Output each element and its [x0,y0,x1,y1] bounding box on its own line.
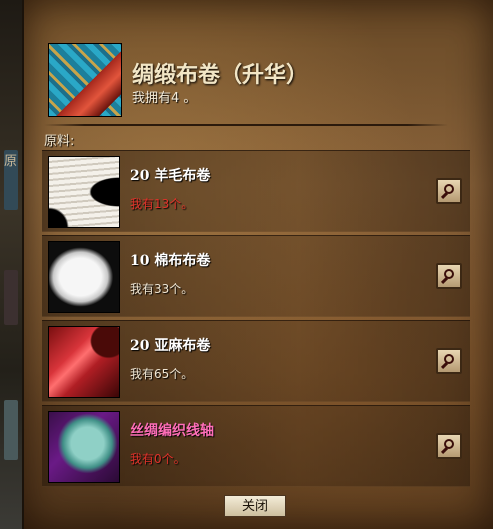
material-have: 我有13个。 [130,197,194,211]
magnify-button[interactable] [436,348,462,374]
backdrop-text: 原 [4,154,18,169]
material-name: 10 棉布布卷 [130,253,211,269]
material-row: 20 羊毛布卷 我有13个。 [42,150,470,232]
magnifier-handle [440,191,449,200]
magnify-button[interactable] [436,433,462,459]
material-have: 我有0个。 [130,452,186,466]
magnify-button[interactable] [436,178,462,204]
materials-label: 原料: [44,134,75,149]
material-row: 20 亚麻布卷 我有65个。 [42,320,470,402]
magnifier-handle [440,446,449,455]
wool-bolt-icon [48,156,120,228]
material-have: 我有65个。 [130,367,194,381]
magnify-button[interactable] [436,263,462,289]
backdrop-strip [4,270,18,325]
backdrop-strip [4,400,18,460]
cotton-bolt-icon [48,241,120,313]
material-name: 丝绸编织线轴 [130,423,214,439]
game-backdrop: 原 [0,0,22,529]
damask-bolt-icon [48,43,122,117]
close-button[interactable]: 关闭 [224,495,286,517]
material-name: 20 亚麻布卷 [130,338,211,354]
magnifier-handle [440,361,449,370]
material-row: 丝绸编织线轴 我有0个。 [42,405,470,487]
material-row: 10 棉布布卷 我有33个。 [42,235,470,317]
silk-spool-icon [48,411,120,483]
recipe-title: 绸缎布卷（升华） [132,62,309,88]
magnifier-handle [440,276,449,285]
owned-count: 我拥有4 。 [132,91,197,106]
material-name: 20 羊毛布卷 [130,168,211,184]
divider [44,124,448,126]
recipe-panel: 绸缎布卷（升华） 我拥有4 。 原料: 20 羊毛布卷 我有13个。 10 棉布… [22,0,493,529]
linen-bolt-icon [48,326,120,398]
recipe-header: 绸缎布卷（升华） 我拥有4 。 [48,43,468,119]
material-have: 我有33个。 [130,282,194,296]
